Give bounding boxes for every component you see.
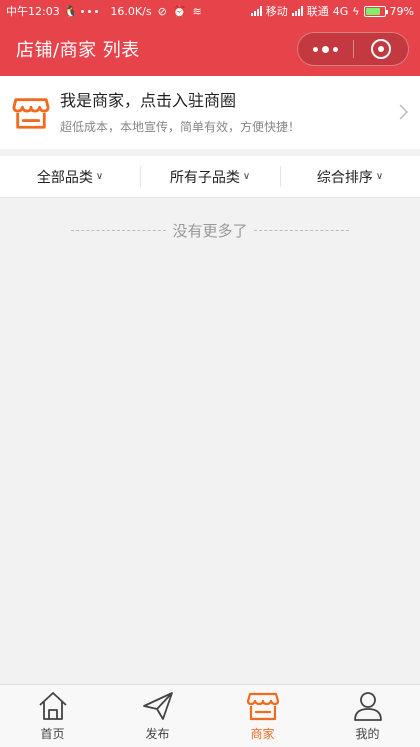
carrier-1: 移动 [265, 5, 288, 18]
send-icon [142, 692, 173, 720]
shop-icon [12, 97, 50, 129]
wifi-icon: ≋ [192, 4, 202, 18]
join-subtitle: 超低成本，本地宣传，简单有效，方便快捷！ [60, 120, 301, 134]
filter-bar: 全部品类 ∨ 所有子品类 ∨ 综合排序 ∨ [0, 156, 420, 198]
charging-icon: ϟ [352, 4, 360, 18]
signal-icon-2 [291, 6, 303, 16]
filter-subcategory[interactable]: 所有子品类 ∨ [140, 156, 280, 197]
close-icon [370, 39, 391, 59]
home-icon [38, 692, 67, 720]
network-type: 4G [332, 4, 349, 18]
chevron-down-icon: ∨ [95, 171, 104, 182]
page-title: 店铺/商家 列表 [16, 40, 140, 61]
battery-icon [363, 5, 388, 17]
network-speed: 16.0K/s [110, 4, 152, 18]
battery-percent: 79% [389, 4, 414, 18]
tab-home[interactable]: 首页 [0, 685, 105, 747]
status-bar: 中午12:03 🐧 16.0K/s ⊘ ⏰ ≋ 移动 联通 4G ϟ 79% [0, 0, 420, 22]
chevron-down-icon: ∨ [242, 171, 251, 182]
no-more-text: 没有更多了 [172, 222, 248, 240]
tab-merchant[interactable]: 商家 [210, 685, 315, 747]
chevron-right-icon [399, 104, 408, 120]
filter-category[interactable]: 全部品类 ∨ [0, 156, 140, 197]
tab-profile[interactable]: 我的 [315, 685, 420, 747]
carrier-2: 联通 [306, 5, 329, 18]
notification-icon: 🐧 [63, 4, 78, 18]
mini-program-capsule [297, 32, 409, 66]
tab-bar: 首页 发布 商家 我的 [0, 684, 420, 747]
chevron-down-icon: ∨ [375, 171, 384, 182]
join-title: 我是商家，点击入驻商圈 [60, 91, 237, 110]
profile-icon [353, 692, 382, 721]
more-button[interactable] [298, 33, 353, 65]
merchant-join-banner[interactable]: 我是商家，点击入驻商圈 超低成本，本地宣传，简单有效，方便快捷！ [0, 76, 420, 149]
filter-sort[interactable]: 综合排序 ∨ [280, 156, 420, 197]
close-button[interactable] [353, 33, 408, 65]
nav-bar: 店铺/商家 列表 [0, 22, 420, 76]
shop-icon [246, 692, 279, 721]
alarm-icon: ⏰ [172, 4, 187, 18]
vibrate-icon: ⊘ [157, 4, 167, 18]
signal-icon [250, 6, 262, 16]
tab-publish[interactable]: 发布 [105, 685, 210, 747]
status-time: 中午12:03 [6, 5, 60, 18]
no-more-indicator: 没有更多了 [0, 220, 420, 241]
